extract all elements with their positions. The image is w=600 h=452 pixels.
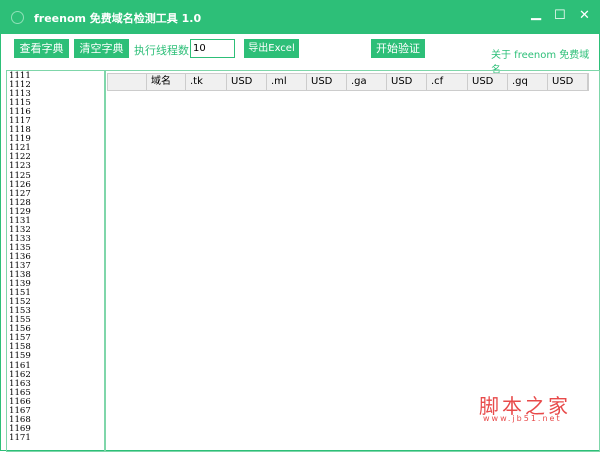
column-header[interactable]: USD: [468, 74, 508, 90]
export-excel-button[interactable]: 导出Excel: [244, 39, 299, 58]
column-header[interactable]: USD: [307, 74, 347, 90]
threads-label: 执行线程数:: [134, 44, 193, 57]
start-verify-button[interactable]: 开始验证: [371, 39, 425, 58]
column-header[interactable]: USD: [548, 74, 588, 90]
watermark-url: www.jb51.net: [483, 414, 562, 423]
column-header[interactable]: .ga: [347, 74, 387, 90]
column-header[interactable]: 域名: [147, 74, 186, 90]
column-header[interactable]: USD: [387, 74, 427, 90]
column-header[interactable]: .gq: [508, 74, 548, 90]
clear-dict-button[interactable]: 清空字典: [74, 39, 129, 58]
column-header[interactable]: [108, 74, 147, 90]
column-header[interactable]: .cf: [427, 74, 468, 90]
table-header: 域名 .tk USD .ml USD .ga USD .cf USD .gq USD: [107, 73, 589, 91]
window-title: freenom 免费域名检测工具 1.0: [34, 12, 202, 25]
column-header[interactable]: .tk: [186, 74, 227, 90]
app-logo-icon: [11, 11, 24, 24]
threads-input[interactable]: [190, 39, 235, 58]
close-button[interactable]: ✕: [579, 8, 590, 23]
view-dict-button[interactable]: 查看字典: [14, 39, 69, 58]
dictionary-list[interactable]: 1111 1112 1113 1115 1116 1117 1118 1119 1121 1122…: [6, 70, 105, 452]
list-item[interactable]: 1171: [9, 433, 104, 443]
column-header[interactable]: USD: [227, 74, 267, 90]
column-header[interactable]: .ml: [267, 74, 307, 90]
maximize-button[interactable]: ☐: [554, 8, 566, 23]
title-bar: freenom 免费域名检测工具 1.0 ▁ ☐ ✕: [1, 1, 600, 34]
minimize-button[interactable]: ▁: [531, 6, 541, 21]
